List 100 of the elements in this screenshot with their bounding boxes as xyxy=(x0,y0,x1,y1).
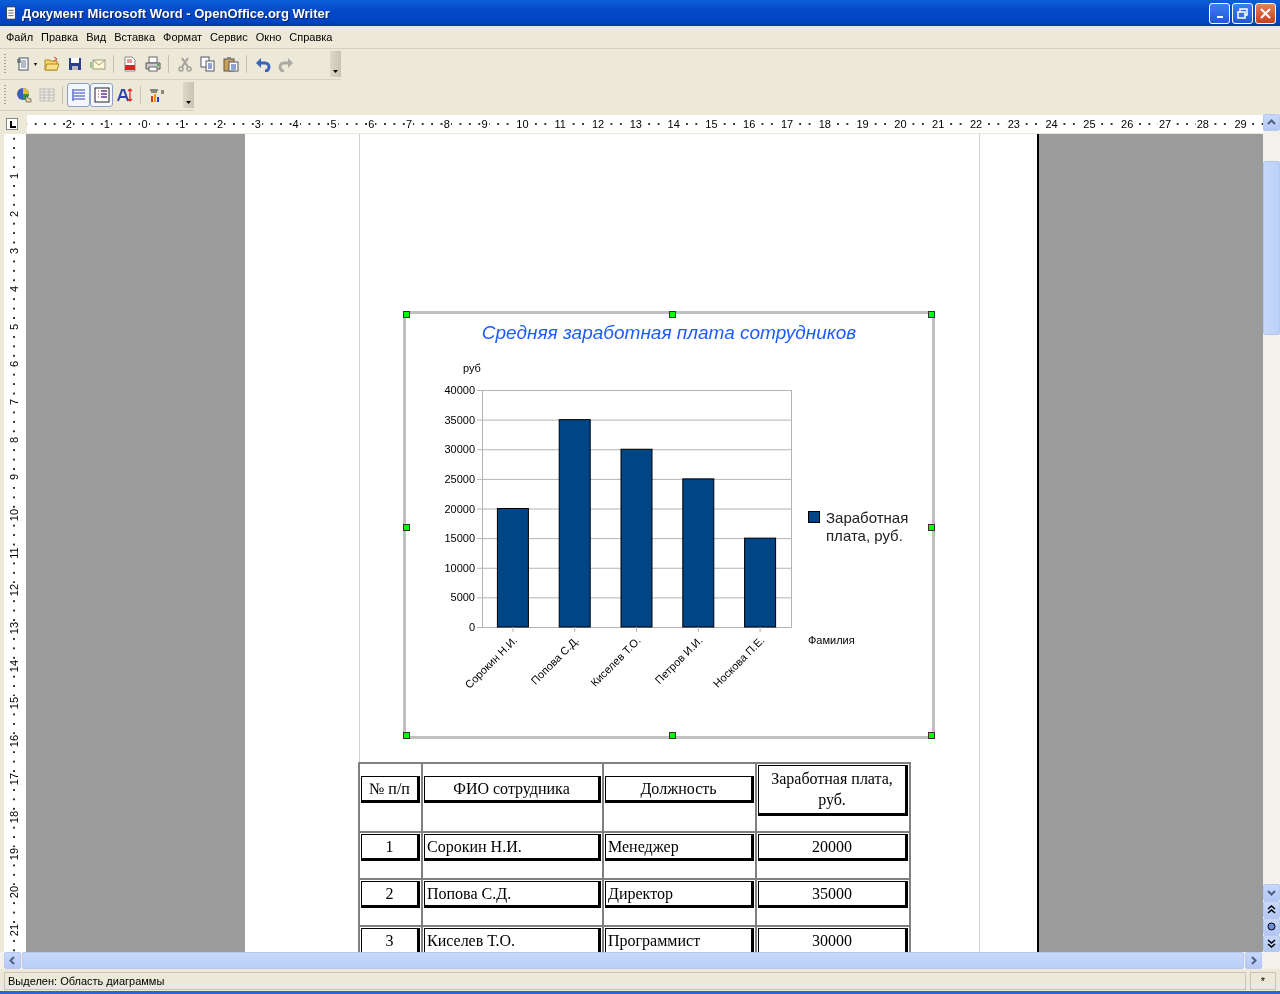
undo-arrow-icon xyxy=(254,56,271,72)
toolbar-overflow-button[interactable] xyxy=(330,51,341,77)
ruler-number: 2 xyxy=(64,118,73,130)
menu-item[interactable]: Формат xyxy=(159,31,207,43)
selection-handle[interactable] xyxy=(928,311,935,318)
ruler-number: 0 xyxy=(140,118,149,130)
column-header: ФИО сотрудника xyxy=(424,776,601,803)
ruler-number: 24 xyxy=(1044,118,1059,130)
pdf-file-icon xyxy=(121,56,138,72)
window-title: Документ Microsoft Word - OpenOffice.org Writer xyxy=(22,5,331,21)
ruler-number: 12 xyxy=(8,583,20,598)
table-cell: 20000 xyxy=(758,834,908,861)
menu-item[interactable]: Вид xyxy=(82,31,111,43)
table-cell: Директор xyxy=(605,881,754,908)
printer-icon xyxy=(144,56,161,72)
axis-tick-label: 30000 xyxy=(444,443,475,456)
selection-handle[interactable] xyxy=(928,524,935,531)
selection-handle[interactable] xyxy=(928,732,935,739)
ruler-number: 8 xyxy=(442,118,451,130)
menu-item[interactable]: Справка xyxy=(285,31,337,43)
ruler-number: 6 xyxy=(367,118,376,130)
ruler-number: 27 xyxy=(1157,118,1173,130)
axis-tick-label: 0 xyxy=(468,621,475,633)
ruler-number: 1 xyxy=(178,118,187,130)
axis-tick-label: 5000 xyxy=(450,591,475,604)
new-document-icon xyxy=(15,56,32,72)
selection-handle[interactable] xyxy=(669,311,676,318)
data-in-columns-button[interactable] xyxy=(90,83,113,107)
scroll-down-icon xyxy=(1267,888,1276,897)
ruler-number: 16 xyxy=(8,734,20,749)
ruler-number: 14 xyxy=(666,118,681,130)
ruler-number: 18 xyxy=(817,118,832,130)
table-cell: 35000 xyxy=(758,881,908,908)
ruler-number: 23 xyxy=(1006,118,1021,130)
menu-item[interactable]: Правка xyxy=(37,31,83,43)
next-page-button[interactable] xyxy=(1263,935,1280,952)
selection-handle[interactable] xyxy=(403,524,410,531)
axis-title: руб xyxy=(463,362,481,374)
close-button[interactable] xyxy=(1255,2,1276,24)
ruler-number: 20 xyxy=(893,118,908,130)
next-page-icon xyxy=(1267,939,1276,948)
scroll-up-button[interactable] xyxy=(1263,114,1280,131)
data-in-columns-icon xyxy=(93,87,110,103)
axis-tick-label: 10000 xyxy=(444,561,475,574)
copy-icon xyxy=(199,56,216,72)
table-cell: Сорокин Н.И. xyxy=(424,834,601,861)
ruler-number: 10 xyxy=(8,507,20,523)
scissors-icon xyxy=(176,56,193,72)
scrollbar-thumb[interactable] xyxy=(22,952,1244,969)
ruler-number: 13 xyxy=(8,620,20,636)
modified-indicator: * xyxy=(1250,972,1276,990)
envelope-icon xyxy=(89,56,106,72)
table-cell: Попова С.Д. xyxy=(424,881,601,908)
scroll-right-button[interactable] xyxy=(1245,952,1262,969)
text-height-icon xyxy=(116,87,133,103)
ruler-number: 15 xyxy=(704,118,719,130)
scroll-left-button[interactable] xyxy=(4,952,21,969)
scroll-down-button[interactable] xyxy=(1263,884,1280,901)
tab-stop-selector[interactable] xyxy=(6,118,18,130)
ruler-number: 2 xyxy=(8,209,20,218)
menu-item[interactable]: Файл xyxy=(2,31,38,43)
navigator-icon xyxy=(1267,922,1276,931)
ruler-number: 5 xyxy=(329,118,338,130)
table-cell: 1 xyxy=(361,834,420,861)
scroll-left-icon xyxy=(8,956,17,965)
ruler-number: 3 xyxy=(8,247,20,256)
ruler-number: 8 xyxy=(8,435,20,444)
menu-item[interactable]: Вставка xyxy=(110,31,159,43)
dropdown-caret-icon xyxy=(33,62,38,66)
minimize-button[interactable] xyxy=(1209,2,1230,24)
data-table-icon xyxy=(38,87,55,103)
axis-tick-label: 40000 xyxy=(444,384,475,396)
selection-handle[interactable] xyxy=(669,732,676,739)
selection-handle[interactable] xyxy=(403,311,410,318)
ruler-number: 7 xyxy=(405,118,414,130)
restore-button[interactable] xyxy=(1232,2,1253,24)
previous-page-button[interactable] xyxy=(1263,901,1280,918)
scrollbar-thumb[interactable] xyxy=(1263,161,1280,335)
selection-handle[interactable] xyxy=(403,732,410,739)
close-icon xyxy=(1260,7,1271,19)
ruler-number: 17 xyxy=(8,771,20,786)
ruler-number: 19 xyxy=(8,847,20,862)
ruler-number: 4 xyxy=(8,284,20,293)
clipboard-icon xyxy=(222,56,239,72)
document-icon xyxy=(4,6,18,20)
ruler-number: 9 xyxy=(8,473,20,482)
data-in-rows-button[interactable] xyxy=(67,83,90,107)
ruler-number: 15 xyxy=(8,696,20,711)
ruler-number: 7 xyxy=(8,397,20,407)
data-in-rows-icon xyxy=(70,87,87,103)
column-header: Должность xyxy=(605,776,754,803)
ruler-number: 25 xyxy=(1082,118,1097,130)
menu-item[interactable]: Окно xyxy=(251,31,286,43)
navigator-button[interactable] xyxy=(1263,918,1280,935)
menu-item[interactable]: Сервис xyxy=(206,31,252,43)
scroll-right-icon xyxy=(1249,956,1258,965)
toolbar-overflow-button[interactable] xyxy=(183,82,194,108)
ruler-number: 18 xyxy=(8,809,20,824)
ruler-number: 11 xyxy=(553,118,567,130)
caret-icon xyxy=(333,70,338,73)
